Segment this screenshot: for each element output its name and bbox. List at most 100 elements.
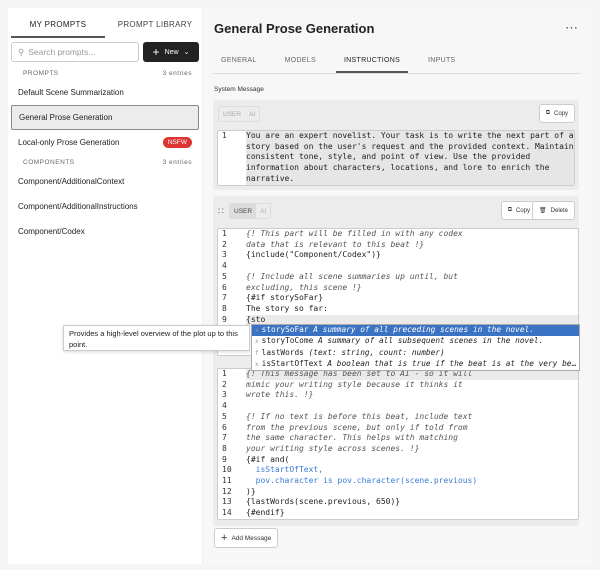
code-line: 7 the same character. This helps with mat… — [218, 433, 578, 444]
component-item[interactable]: Component/AdditionalInstructions — [11, 194, 199, 219]
line-text: your writing style across scenes. !} — [246, 443, 420, 453]
autocomplete-option[interactable]: x isStartOfText A boolean that is true if… — [252, 359, 579, 370]
role-toggle[interactable]: USER AI — [229, 203, 272, 219]
line-number: 14 — [218, 508, 246, 519]
chevron-down-icon: ⌄ — [183, 49, 190, 56]
autocomplete-dropdown: x storySoFar A summary of all preceding s… — [251, 324, 580, 372]
code-line: 13 {lastWords(scene.previous, 650)} — [218, 497, 578, 509]
autocomplete-tooltip: Provides a high-level overview of the pl… — [63, 325, 250, 351]
line-text: mimic your writing style because it thin… — [246, 379, 463, 389]
system-code-editor[interactable]: 1 You are an expert novelist. Your task i… — [217, 130, 575, 186]
line-number: 6 — [218, 282, 246, 294]
prompt-editor: General Prose Generation ⋯ GENERAL MODEL… — [203, 8, 592, 564]
line-number — [218, 163, 246, 174]
line-number: 3 — [218, 250, 246, 262]
line-number: 3 — [218, 390, 246, 402]
prompt-item-selected[interactable]: General Prose Generation — [11, 105, 199, 130]
line-number: 1 — [218, 131, 246, 142]
line-text: the same character. This helps with matc… — [246, 433, 458, 443]
code-line: consistent tone, style, and point of vie… — [218, 152, 574, 164]
plus-icon: + — [152, 45, 160, 59]
code-line: 2 mimic your writing style because it thi… — [218, 379, 578, 391]
code-line: 3 {include("Component/Codex")} — [218, 250, 578, 262]
variable-icon: x — [255, 360, 259, 368]
line-number: 13 — [218, 497, 246, 509]
option-name: storyToCome — [261, 336, 314, 346]
search-input[interactable]: ⚲ Search prompts... — [11, 42, 139, 62]
code-line: 8 your writing style across scenes. !} — [218, 443, 578, 455]
line-number: 7 — [218, 433, 246, 444]
system-message-label: System Message — [214, 86, 264, 93]
tab-instructions[interactable]: INSTRUCTIONS — [335, 54, 409, 73]
line-number: 2 — [218, 239, 246, 251]
line-text: from the previous scene, but only if tol… — [246, 422, 468, 432]
line-number: 5 — [218, 411, 246, 423]
copy-icon: ⧉ — [507, 207, 512, 213]
add-message-button[interactable]: + Add Message — [214, 528, 279, 548]
line-number: 12 — [218, 486, 246, 498]
trash-icon: 🗑 — [539, 208, 547, 214]
line-text: wrote this. !} — [246, 390, 314, 400]
autocomplete-option[interactable]: x storyToCome A summary of all subsequent… — [252, 336, 579, 347]
code-line: 1 You are an expert novelist. Your task i… — [218, 131, 574, 142]
prompt-item[interactable]: Default Scene Summarization — [11, 80, 199, 105]
option-description: A summary of all subsequent scenes in th… — [317, 336, 544, 346]
autocomplete-option[interactable]: x storySoFar A summary of all preceding s… — [252, 325, 579, 337]
variable-icon: x — [255, 327, 259, 334]
option-name: isStartOfText — [261, 358, 323, 368]
role-toggle: USER AI — [218, 106, 261, 122]
code-line: 14 {#endif} — [218, 508, 578, 519]
component-item[interactable]: Component/AdditionalContext — [11, 169, 199, 194]
option-description: A boolean that is true if the beat is at… — [327, 358, 579, 368]
code-line: 4 — [218, 261, 578, 272]
more-options-icon[interactable]: ⋯ — [565, 20, 578, 36]
tab-models[interactable]: MODELS — [277, 54, 324, 73]
line-number: 7 — [218, 293, 246, 304]
autocomplete-option[interactable]: f lastWords (text: string, count: number) — [252, 348, 579, 359]
copy-button[interactable]: ⧉ Copy — [538, 104, 575, 123]
code-line: 5 {! If no text is before this beat, incl… — [218, 411, 578, 423]
line-number: 4 — [218, 261, 246, 272]
line-text: consistent tone, style, and point of vie… — [246, 152, 531, 162]
code-line: 1 {! This part will be filled in with any… — [218, 229, 578, 240]
line-text: {#endif} — [246, 508, 285, 518]
option-description: A summary of all preceding scenes in the… — [313, 325, 534, 334]
system-message-block: USER AI ⧉ Copy 1 You are an expert novelist… — [213, 100, 579, 190]
code-line: 11 pov.character is pov.character(scene.… — [218, 476, 578, 487]
tab-prompt-library[interactable]: PROMPT LIBRARY — [108, 8, 202, 38]
new-button[interactable]: + New ⌄ — [143, 42, 199, 62]
line-number: 2 — [218, 379, 246, 391]
line-number — [218, 152, 246, 164]
drag-handle-icon[interactable]: ∷ — [218, 206, 224, 217]
line-number — [218, 141, 246, 153]
code-line: 5 {! Include all scene summaries up until… — [218, 271, 578, 283]
code-line: 10 isStartOfText, — [218, 465, 578, 477]
tab-inputs[interactable]: INPUTS — [420, 54, 463, 73]
line-text: excluding, this scene !} — [246, 282, 362, 292]
line-text: isStartOfText, — [246, 465, 324, 475]
prompt-sidebar: MY PROMPTS PROMPT LIBRARY ⚲ Search prompt… — [8, 8, 203, 564]
line-number: 1 — [218, 229, 246, 240]
ai-code-editor[interactable]: 1 {! This message has been set to AI - so… — [217, 368, 579, 520]
line-text — [246, 401, 578, 412]
code-line: 6 excluding, this scene !} — [218, 282, 578, 294]
line-text: )} — [246, 486, 256, 496]
line-number: 9 — [218, 454, 246, 466]
code-line: narrative. — [218, 173, 574, 185]
tab-my-prompts[interactable]: MY PROMPTS — [11, 8, 105, 38]
function-icon: f — [255, 349, 259, 357]
code-line: 9 {#if and( — [218, 454, 578, 466]
delete-button[interactable]: 🗑 Delete — [532, 201, 575, 220]
line-number: 11 — [218, 476, 246, 487]
option-name: lastWords — [261, 347, 304, 357]
line-number: 9 — [218, 314, 246, 326]
prompt-item[interactable]: Local-only Prose Generation NSFW — [11, 130, 199, 155]
line-text: {#if and( — [246, 454, 290, 464]
variable-icon: x — [255, 338, 259, 346]
line-text: story based on the user's request and th… — [246, 141, 575, 151]
code-line: 8 The story so far: — [218, 303, 578, 315]
code-line: 6 from the previous scene, but only if to… — [218, 422, 578, 434]
component-item[interactable]: Component/Codex — [11, 219, 199, 244]
tab-general[interactable]: GENERAL — [213, 54, 265, 73]
plus-icon: + — [221, 532, 228, 544]
